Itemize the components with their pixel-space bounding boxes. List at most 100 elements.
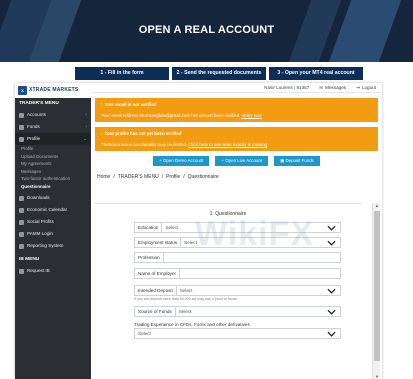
ib-menu-header: IB MENU bbox=[19, 257, 40, 262]
profile-icon bbox=[19, 136, 24, 142]
social-icon bbox=[19, 219, 24, 225]
chevron-down-icon bbox=[327, 225, 336, 231]
sidebar-item-social-profits[interactable]: Social Profits bbox=[15, 216, 91, 228]
logo-icon: X bbox=[18, 86, 27, 95]
step-3: 3 - Open your MT4 real account bbox=[269, 67, 363, 80]
breadcrumb-profile[interactable]: Profile bbox=[166, 174, 180, 180]
logo-text: XTRADE MARKETS bbox=[29, 87, 79, 93]
downloads-icon bbox=[19, 195, 24, 201]
action-buttons: + Open Demo Account + Open Live Account … bbox=[91, 156, 382, 166]
sidebar-item-downloads[interactable]: Downloads bbox=[15, 192, 91, 204]
sidebar-subitem-agreements[interactable]: My Agreements bbox=[15, 160, 91, 168]
missing-info-link[interactable]: Click here to see what exactly is missin… bbox=[188, 142, 267, 147]
sidebar-item-funds[interactable]: Funds ‹ bbox=[15, 121, 91, 133]
sidebar-item-label: Economic Calendar bbox=[27, 207, 68, 212]
chevron-down-icon: ⌄ bbox=[83, 136, 87, 141]
sidebar-item-economic-calendar[interactable]: Economic Calendar bbox=[15, 204, 91, 216]
sidebar-subitem-messages[interactable]: Messages bbox=[15, 168, 91, 176]
sidebar-item-label: Funds bbox=[27, 124, 40, 129]
user-info[interactable]: Nasir Lourens | 91357 bbox=[264, 85, 309, 90]
breadcrumb: Home / TRADER'S MENU / Profile / Questionnaire bbox=[97, 174, 219, 180]
deposit-hint: If you are deposit more than 50,000 we m… bbox=[134, 297, 238, 301]
field-value: Select bbox=[165, 225, 179, 230]
sidebar-subitem-two-factor[interactable]: Two-factor authentication bbox=[15, 175, 91, 183]
step-2: 2 - Send the requested documents bbox=[172, 67, 266, 80]
field-label: Profession bbox=[135, 253, 164, 262]
source-of-funds-select[interactable]: Source of Funds Select bbox=[134, 306, 341, 317]
field-value: Select bbox=[179, 288, 193, 293]
email-alert-body: Your email address loronsnaglais@gmail.c… bbox=[101, 113, 241, 118]
profile-alert: ! Your profile has not yet been verified … bbox=[95, 127, 378, 151]
logout-link[interactable]: ⇥ Logout bbox=[356, 85, 376, 91]
breadcrumb-questionnaire: Questionnaire bbox=[187, 174, 219, 180]
field-label: Education bbox=[135, 223, 163, 232]
sidebar-subitem-upload-documents[interactable]: Upload Documents bbox=[15, 153, 91, 161]
scrollbar-thumb[interactable] bbox=[374, 211, 380, 361]
sidebar-subitem-profile[interactable]: Profile bbox=[15, 145, 91, 153]
form-scrollbar[interactable]: ▲ ▼ bbox=[372, 203, 380, 379]
request-ib-icon bbox=[19, 268, 24, 274]
sidebar-item-label: PAMM Login bbox=[27, 231, 53, 236]
chevron-left-icon: ‹ bbox=[85, 124, 88, 129]
calendar-icon bbox=[19, 207, 24, 213]
sidebar-item-request-ib[interactable]: Request IB bbox=[15, 265, 91, 277]
funds-icon bbox=[19, 124, 24, 130]
user-label: Nasir Lourens | 91357 bbox=[264, 85, 310, 90]
step-1: 1 - Fill in the form bbox=[75, 67, 169, 80]
sidebar-item-label: Downloads bbox=[27, 195, 50, 200]
field-value: Select bbox=[178, 309, 192, 314]
scroll-up-icon[interactable]: ▲ bbox=[373, 203, 381, 208]
sidebar-item-pamm-login[interactable]: PAMM Login bbox=[15, 228, 91, 240]
chevron-down-icon bbox=[327, 309, 336, 315]
intended-deposit-select[interactable]: Intended Deposit Select bbox=[134, 285, 341, 296]
trading-experience-select[interactable]: Select bbox=[134, 328, 341, 339]
field-label: Employment status bbox=[135, 238, 182, 247]
scroll-down-icon[interactable]: ▼ bbox=[373, 374, 381, 379]
warning-icon: ! bbox=[101, 102, 103, 107]
sidebar-item-label: Profile bbox=[27, 136, 41, 141]
field-label: Intended Deposit bbox=[135, 286, 177, 295]
chevron-left-icon: ‹ bbox=[85, 112, 88, 117]
sidebar-item-label: Social Profits bbox=[27, 219, 54, 224]
breadcrumb-home[interactable]: Home bbox=[97, 174, 110, 180]
field-label: Name of Employer bbox=[135, 269, 181, 278]
envelope-icon: ✉ bbox=[319, 84, 324, 90]
chevron-down-icon bbox=[327, 288, 336, 294]
verify-now-link[interactable]: Verify now bbox=[242, 113, 262, 118]
menu-header: TRADER'S MENU bbox=[19, 101, 59, 106]
sidebar-item-label: Request IB bbox=[27, 268, 50, 273]
sidebar-item-accounts[interactable]: Accounts ‹ bbox=[15, 109, 91, 121]
logo[interactable]: X XTRADE MARKETS bbox=[15, 83, 91, 98]
watermark: WikiFX bbox=[195, 215, 315, 253]
sidebar-item-profile[interactable]: Profile ⌄ bbox=[15, 133, 91, 145]
trading-experience-label: Trading Experience in CFDs, Forex and ot… bbox=[134, 322, 250, 327]
progress-steps: 1 - Fill in the form 2 - Send the reques… bbox=[75, 67, 363, 80]
logout-label: Logout bbox=[361, 85, 376, 90]
open-demo-account-button[interactable]: + Open Demo Account bbox=[153, 156, 210, 166]
hero-banner: OPEN A REAL ACCOUNT bbox=[0, 0, 413, 62]
chevron-down-icon bbox=[327, 331, 336, 337]
profile-alert-body: Therefore some functionality may be limi… bbox=[101, 142, 188, 147]
accounts-icon bbox=[19, 112, 24, 118]
employer-name-input[interactable]: Name of Employer bbox=[134, 268, 341, 279]
top-bar: Nasir Lourens | 91357 ✉ Messages ⇥ Logou… bbox=[91, 83, 382, 93]
page-title: OPEN A REAL ACCOUNT bbox=[138, 24, 275, 36]
chevron-down-icon bbox=[327, 240, 336, 246]
messages-label: Messages bbox=[325, 85, 347, 90]
breadcrumb-traders-menu[interactable]: TRADER'S MENU bbox=[118, 174, 159, 180]
sidebar: X XTRADE MARKETS TRADER'S MENU Accounts … bbox=[15, 83, 91, 379]
sidebar-item-label: Accounts bbox=[27, 112, 46, 117]
warning-icon: ! bbox=[101, 131, 103, 136]
sidebar-item-label: Reporting System bbox=[27, 243, 64, 248]
open-live-account-button[interactable]: + Open Live Account bbox=[215, 156, 269, 166]
sidebar-subitem-questionnaire[interactable]: Questionnaire bbox=[15, 183, 91, 191]
pamm-icon bbox=[19, 231, 24, 237]
field-label: Source of Funds bbox=[135, 307, 176, 316]
logout-icon: ⇥ bbox=[356, 84, 360, 90]
reporting-icon bbox=[19, 243, 24, 249]
profile-alert-title: Your profile has not yet been verified bbox=[104, 131, 182, 136]
messages-link[interactable]: ✉ Messages bbox=[319, 85, 346, 91]
sidebar-item-reporting-system[interactable]: Reporting System bbox=[15, 240, 91, 252]
deposit-funds-button[interactable]: ▣ Deposit Funds bbox=[274, 156, 320, 166]
email-alert: ! Your email is not verified Your email a… bbox=[95, 98, 378, 122]
